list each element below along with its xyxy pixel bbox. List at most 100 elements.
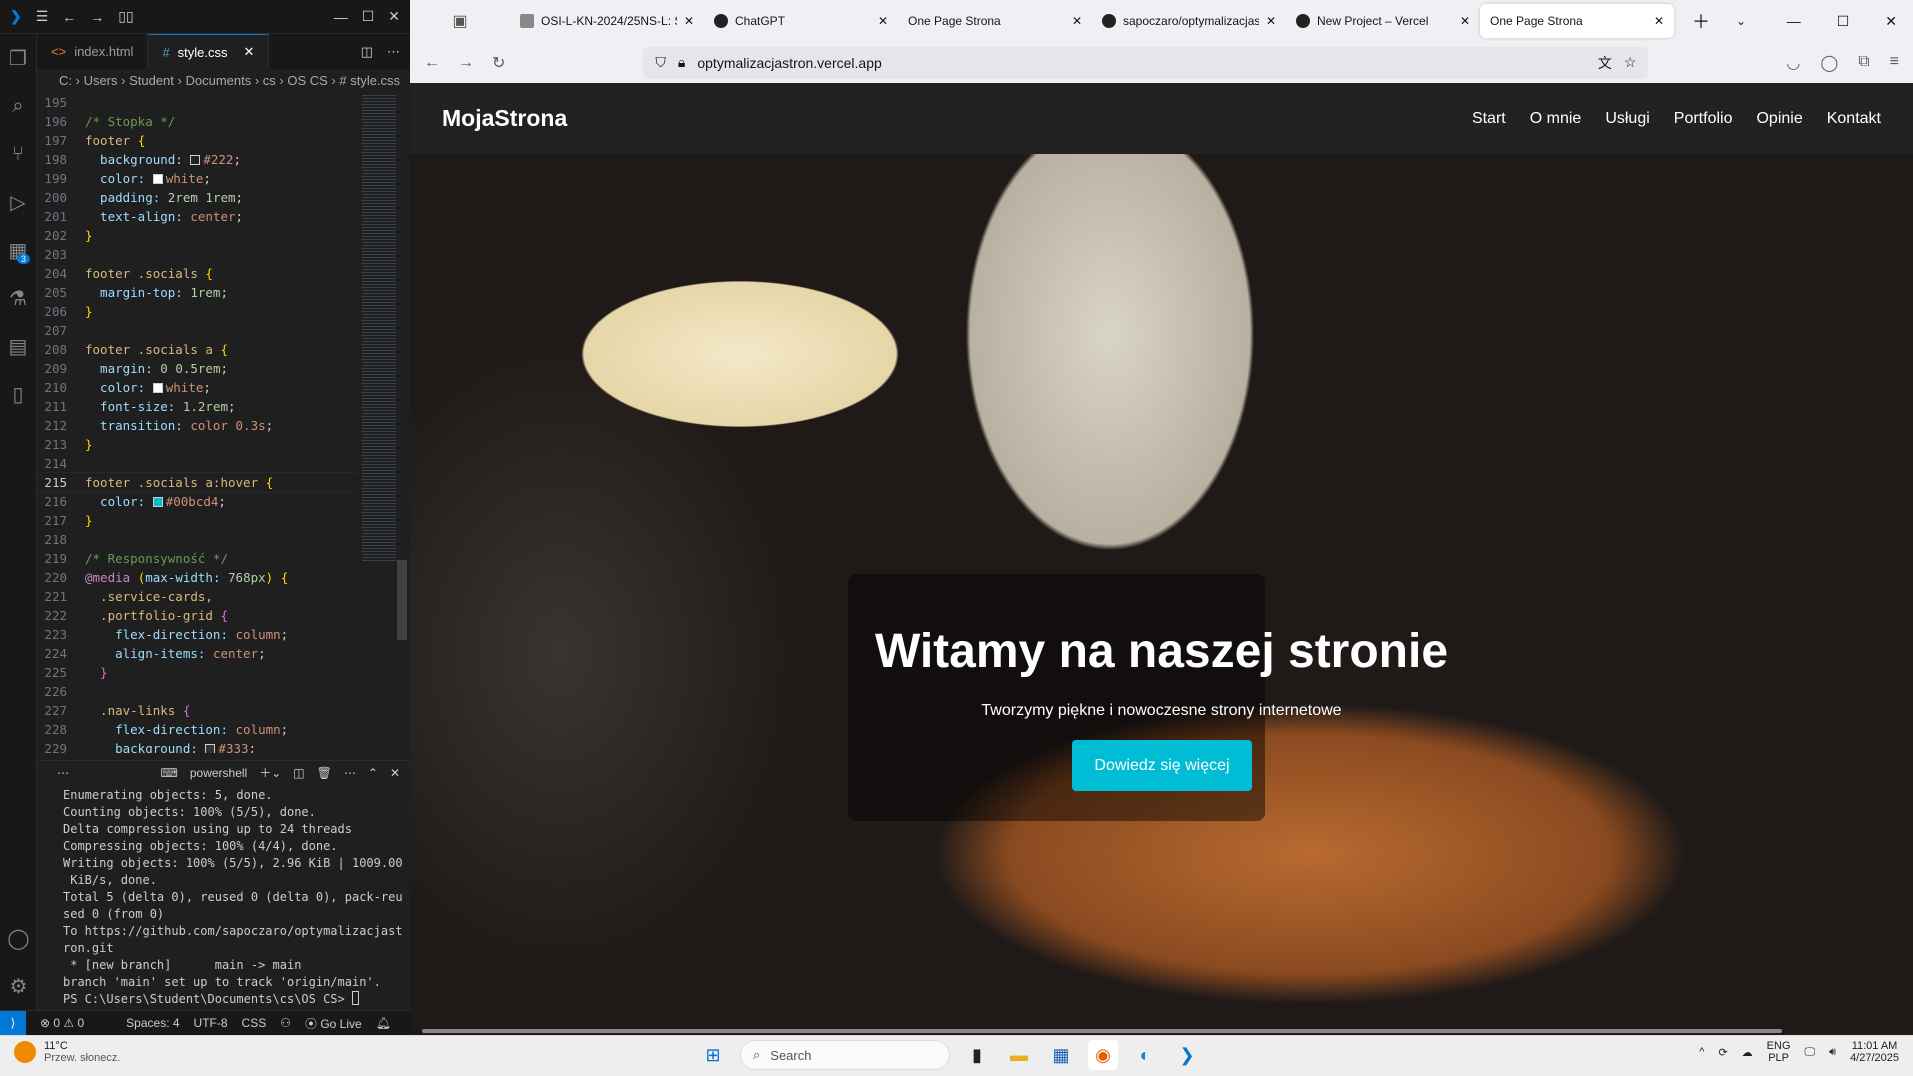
minimap[interactable] (362, 93, 396, 563)
code-line[interactable]: 196 /* Stopka */ (37, 112, 357, 131)
code-line[interactable]: 228 flex-direction: column; (37, 720, 357, 739)
close-button[interactable]: ✕ (388, 8, 400, 25)
bookmark-star-icon[interactable]: ☆ (1624, 54, 1637, 71)
color-swatch[interactable] (190, 155, 201, 165)
breadcrumb-item[interactable]: OS CS (287, 73, 327, 88)
weather-widget[interactable]: 11°C Przew. słonecz. (14, 1040, 120, 1064)
search-icon[interactable]: ⌕ (0, 82, 36, 130)
firefox-icon[interactable]: ◉ (1088, 1040, 1118, 1070)
close-tab-icon[interactable]: ✕ (1654, 14, 1664, 28)
code-line[interactable]: 218 (37, 530, 357, 549)
code-line[interactable]: 203 (37, 245, 357, 264)
taskbar-search[interactable]: ⌕ Search (740, 1040, 950, 1070)
browser-tab[interactable]: sapoczaro/optymalizacjas ✕ (1092, 4, 1286, 38)
clock[interactable]: 11:01 AM 4/27/2025 (1850, 1040, 1899, 1064)
breadcrumb-item[interactable]: Users (84, 73, 118, 88)
code-line[interactable]: 216 color: #00bcd4; (37, 492, 357, 511)
code-line[interactable]: 208 footer .socials a { (37, 340, 357, 359)
code-line[interactable]: 199 color: white; (37, 169, 357, 188)
code-line[interactable]: 223 flex-direction: column; (37, 625, 357, 644)
forward-icon[interactable]: → (90, 9, 104, 25)
minimize-button[interactable]: — (334, 9, 348, 25)
more-icon[interactable]: ⋯ (57, 766, 69, 780)
menu-icon[interactable]: ☰ (36, 8, 49, 25)
terminal-name[interactable]: powershell (190, 766, 247, 780)
code-line[interactable]: 212 transition: color 0.3s; (37, 416, 357, 435)
code-line[interactable]: 225 } (37, 663, 357, 682)
code-line[interactable]: 219 /* Responsywność */ (37, 549, 357, 568)
nav-link-services[interactable]: Usługi (1605, 110, 1649, 128)
code-line[interactable]: 213} (37, 435, 357, 454)
settings-gear-icon[interactable]: ⚙ (0, 962, 37, 1010)
close-tab-icon[interactable]: ✕ (1266, 14, 1276, 28)
code-line[interactable]: 229 background: #333; (37, 739, 357, 753)
color-swatch[interactable] (152, 174, 163, 184)
more-actions-icon[interactable]: ⋯ (387, 44, 400, 60)
browser-tab[interactable]: OSI-L-KN-2024/25NS-L: S ✕ (510, 4, 704, 38)
copilot-icon[interactable]: ⚇ (280, 1016, 291, 1030)
learn-more-button[interactable]: Dowiedz się więcej (1072, 740, 1252, 791)
code-line[interactable]: 210 color: white; (37, 378, 357, 397)
extensions-icon[interactable]: ⧉ (1858, 53, 1869, 73)
code-line[interactable]: 220 @media (max-width: 768px) { (37, 568, 357, 587)
language-indicator[interactable]: ENG PLP (1767, 1040, 1791, 1064)
split-editor-icon[interactable]: ◫ (361, 44, 373, 60)
code-line[interactable]: 214 (37, 454, 357, 473)
nav-link-about[interactable]: O mnie (1530, 110, 1582, 128)
testing-icon[interactable]: ⚗ (0, 274, 36, 322)
code-line[interactable]: 221 .service-cards, (37, 587, 357, 606)
remote-icon[interactable]: ⟩ (0, 1011, 26, 1035)
code-line[interactable]: 206} (37, 302, 357, 321)
breadcrumb-item[interactable]: Student (129, 73, 174, 88)
maximize-button[interactable]: ☐ (362, 8, 375, 25)
code-line[interactable]: 204 footer .socials { (37, 264, 357, 283)
code-line[interactable]: 197 footer { (37, 131, 357, 150)
new-terminal-icon[interactable]: ＋⌄ (259, 764, 281, 781)
notifications-icon[interactable]: 🔔︎ (376, 1016, 391, 1030)
network-icon[interactable]: 🖵︎ (1805, 1046, 1816, 1059)
close-tab-icon[interactable]: ✕ (1460, 14, 1470, 28)
back-icon[interactable]: ← (62, 9, 76, 25)
nav-link-reviews[interactable]: Opinie (1756, 110, 1802, 128)
vscode-icon[interactable]: ❯ (1172, 1040, 1202, 1070)
horizontal-scrollbar[interactable] (422, 1029, 1782, 1033)
extensions-icon[interactable]: ▦ 3 (0, 226, 36, 274)
tab-style-css[interactable]: # style.css ✕ (148, 34, 270, 69)
code-line[interactable]: 226 (37, 682, 357, 701)
nav-link-portfolio[interactable]: Portfolio (1674, 110, 1733, 128)
pocket-icon[interactable]: ◡ (1786, 53, 1800, 73)
problems-status[interactable]: ⊗ 0 ⚠ 0 (40, 1016, 84, 1030)
code-line[interactable]: 195 (37, 93, 357, 112)
code-line[interactable]: 222 .portfolio-grid { (37, 606, 357, 625)
maximize-panel-icon[interactable]: ⌃ (368, 766, 378, 780)
breadcrumb-item[interactable]: Documents (185, 73, 251, 88)
breadcrumb-item[interactable]: cs (263, 73, 276, 88)
terminal-prompt[interactable]: PS C:\Users\Student\Documents\cs\OS CS> (63, 991, 403, 1008)
file-explorer-icon[interactable]: ▬ (1004, 1040, 1034, 1070)
account-icon[interactable]: ◯ (1820, 53, 1838, 73)
remote-explorer-icon[interactable]: ▤ (0, 322, 36, 370)
nav-link-contact[interactable]: Kontakt (1827, 110, 1881, 128)
kill-terminal-icon[interactable]: 🗑 (317, 766, 332, 780)
minimize-button[interactable]: — (1787, 13, 1801, 30)
task-view-icon[interactable]: ▮ (962, 1040, 992, 1070)
breadcrumb-item[interactable]: C: (59, 73, 72, 88)
code-line[interactable]: 224 align-items: center; (37, 644, 357, 663)
browser-tab[interactable]: ChatGPT ✕ (704, 4, 898, 38)
code-line[interactable]: 209 margin: 0 0.5rem; (37, 359, 357, 378)
close-tab-icon[interactable]: ✕ (1072, 14, 1082, 28)
browser-tab[interactable]: New Project – Vercel ✕ (1286, 4, 1480, 38)
translate-icon[interactable]: 文 (1598, 53, 1612, 73)
go-live-button[interactable]: ⦿ Go Live (305, 1015, 362, 1032)
reload-icon[interactable]: ↻ (492, 53, 505, 73)
tab-list-icon[interactable]: ▣ (410, 11, 510, 31)
close-tab-icon[interactable]: ✕ (878, 14, 888, 28)
shield-icon[interactable]: ⛉ (655, 54, 666, 71)
code-line[interactable]: 205 margin-top: 1rem; (37, 283, 357, 302)
color-swatch[interactable] (152, 383, 163, 393)
code-line[interactable]: 227 .nav-links { (37, 701, 357, 720)
color-swatch[interactable] (152, 497, 163, 507)
volume-icon[interactable]: 🔊︎ (1829, 1046, 1836, 1059)
site-logo[interactable]: MojaStrona (442, 105, 1472, 132)
code-line[interactable]: 201 text-align: center; (37, 207, 357, 226)
